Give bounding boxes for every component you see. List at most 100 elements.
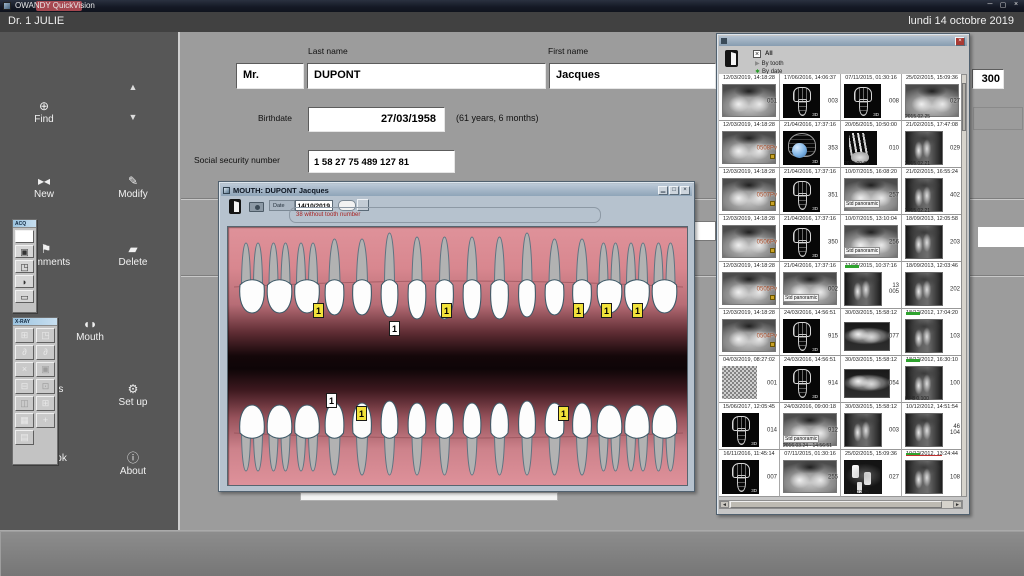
thumbnail-image-bitewing[interactable] [844,322,890,351]
thumbnail-image-xray[interactable] [905,413,943,447]
thumbnail-image-hand[interactable] [844,131,877,165]
ssn-field[interactable]: 1 58 27 75 489 127 81 [308,150,455,173]
camera-icon[interactable] [249,202,264,212]
sidebar-item-setup[interactable]: ⚙ Set up [103,383,163,408]
print-2-button[interactable]: ⊡ [36,379,55,394]
full-grid-button[interactable]: ▦ [15,413,34,428]
thumbnail-image-xray[interactable] [905,178,943,212]
gallery-thumbnail-cell[interactable]: 21/04/2016, 17:37:163D350 [780,215,841,262]
gallery-thumbnail-cell[interactable]: 21/04/2016, 17:37:16002Std panoramic [780,262,841,309]
move-button[interactable]: + [36,413,55,428]
gallery-thumbnail-cell[interactable]: 10/07/2015, 16:08:20257Std panoramic [841,168,902,215]
filter-by-tooth[interactable]: ▶By tooth [755,60,784,67]
v-scroll-thumb[interactable] [962,83,966,131]
gallery-thumbnail-cell[interactable]: 25/02/2015, 15:09:360272015.02.25 [902,74,963,121]
mouth-mini-button[interactable]: ▭ [15,290,34,303]
thumbnail-image-tooth3d[interactable]: 3D [844,84,881,118]
thumbnail-image-tooth3d[interactable]: 3D [722,460,759,494]
mouth-minimize-button[interactable]: ▁ [658,186,668,195]
tooth-image-count-marker[interactable]: 1 [632,303,643,318]
film-strip-button[interactable]: ▤ [15,430,34,445]
swoosh-button[interactable]: ◗ [15,275,34,288]
sidebar-item-new[interactable]: ▸◂ New [14,175,74,200]
thumbnail-image-xray[interactable] [905,460,943,494]
maximize-button[interactable]: ▢ [997,1,1009,9]
sidebar-item-modify[interactable]: ✎ Modify [103,175,163,200]
tooth-image-count-marker[interactable]: 1 [389,321,400,336]
patient-number-field[interactable]: 300 [972,69,1004,89]
dental-chart[interactable]: 111111111 [227,226,688,486]
gallery-thumbnail-cell[interactable]: 30/03/2015, 15:58:12077 [841,309,902,356]
gallery-thumbnail-cell[interactable]: 11/06/2015, 10:37:1613 005 [841,262,902,309]
gallery-thumbnail-cell[interactable]: 21/02/2015, 17:47:080292015.02.21 [902,121,963,168]
thumbnail-image-xray[interactable] [905,272,943,306]
gallery-horizontal-scrollbar[interactable]: ◄ ► [719,500,963,509]
gallery-close-button[interactable]: × [955,37,965,46]
tooth-image-count-marker[interactable]: 1 [441,303,452,318]
xray-arm-2-button[interactable]: ∂ [36,345,55,360]
gallery-thumbnail-cell[interactable]: 04/03/2019, 08:27:02001 [719,356,780,403]
mouth-close-button[interactable]: × [680,186,690,195]
gallery-thumbnail-cell[interactable]: 12/03/2019, 14:18:280504Pv [719,309,780,356]
image-frame-button[interactable]: ▣ [15,245,34,258]
thumbnail-image-xray[interactable] [844,413,882,447]
xray-arm-button[interactable]: ∂ [15,345,34,360]
tooth-image-count-marker[interactable]: 1 [573,303,584,318]
frame-button[interactable]: ▣ [36,362,55,377]
thumbnail-image-xray[interactable] [905,131,943,165]
tooth-image-count-marker[interactable]: 1 [326,393,337,408]
scroll-left-arrow[interactable]: ◄ [720,501,729,508]
title-field[interactable]: Mr. [236,63,304,89]
gallery-thumbnail-cell[interactable]: 18/12/2012, 16:30:1010063-8 0.100 [902,356,963,403]
exit-door-icon[interactable] [229,199,241,214]
gallery-thumbnail-cell[interactable]: 12/03/2019, 14:18:28051 [719,74,780,121]
scroll-right-arrow[interactable]: ► [953,501,962,508]
xray-palette-title[interactable]: X-RAY [13,318,57,326]
sidebar-item-delete[interactable]: ▰ Delete [103,243,163,268]
gallery-thumbnail-cell[interactable]: 24/03/2016, 14:56:513D915 [780,309,841,356]
gallery-thumbnail-cell[interactable]: 07/11/2015, 01:30:163D008 [841,74,902,121]
gallery-thumbnail-cell[interactable]: 17/06/2016, 14:06:373D003 [780,74,841,121]
thumbnail-image-xray[interactable] [905,366,943,400]
thumbnail-image-tooth3d[interactable]: 3D [783,225,820,259]
gallery-thumbnail-cell[interactable]: 12/03/2019, 14:18:280507Pv [719,168,780,215]
blank-acquire-button[interactable] [15,230,34,243]
gallery-thumbnail-cell[interactable]: 24/03/2016, 14:56:513D914 [780,356,841,403]
gallery-thumbnail-cell[interactable]: 10/07/2015, 13:10:04256Std panoramic [841,215,902,262]
filter-all-checkbox[interactable]: × [753,50,761,58]
thumbnail-image-tooth3d[interactable]: 3D [783,319,820,353]
page-button[interactable]: ◳ [15,260,34,273]
thumbnail-image-tooth3d[interactable]: 3D [783,366,820,400]
tooth-image-count-marker[interactable]: 1 [356,406,367,421]
gallery-vertical-scrollbar[interactable] [961,74,967,497]
gallery-thumbnail-cell[interactable]: 21/02/2015, 16:55:244022015.02.21 [902,168,963,215]
gallery-thumbnail-cell[interactable]: 30/03/2015, 15:58:12003 [841,403,902,450]
h-scroll-thumb[interactable] [730,501,942,508]
grid-frames-button[interactable]: ⊞ [36,396,55,411]
gallery-thumbnail-cell[interactable]: 18/12/2012, 17:04:20103 [902,309,963,356]
thumbnail-image-skull3d[interactable]: 3D [783,131,820,165]
gallery-thumbnail-cell[interactable]: 24/03/2016, 09:00:18912Std panoramic2016… [780,403,841,450]
first-name-field[interactable]: Jacques [549,63,716,89]
gallery-thumbnail-cell[interactable]: 16/11/2016, 11:45:143D007 [719,450,780,497]
acq-palette-title[interactable]: ACQ [13,220,36,228]
last-name-field[interactable]: DUPONT [307,63,546,89]
sidebar-item-find[interactable]: ⊕ Find [19,100,69,125]
tooth-image-count-marker[interactable]: 1 [601,303,612,318]
print-button[interactable]: ⊟ [15,379,34,394]
gallery-thumbnail-cell[interactable]: 21/04/2016, 17:37:163D351 [780,168,841,215]
gallery-thumbnail-cell[interactable]: 07/11/2015, 01:30:16255 [780,450,841,497]
gallery-thumbnail-cell[interactable]: 10/12/2012, 13:24:44108 [902,450,963,497]
filter-all-label[interactable]: All [765,51,773,57]
gallery-thumbnail-cell[interactable]: 25/02/2015, 15:09:360272015.02.25 [841,450,902,497]
scroll-up-button[interactable]: ▲ [124,82,142,92]
gallery-thumbnail-cell[interactable]: 10/12/2012, 14:51:5446 104 [902,403,963,450]
thumbnail-image-implant[interactable] [844,460,882,494]
birthdate-field[interactable]: 27/03/1958 [308,107,445,132]
gallery-exit-door-icon[interactable] [725,50,738,67]
gallery-thumbnail-cell[interactable]: 20/05/2015, 10:50:000102015.09.09 [841,121,902,168]
gallery-thumbnail-cell[interactable]: 15/06/2017, 12:05:453D014 [719,403,780,450]
delete-film-button[interactable]: × [15,362,34,377]
thumbnail-image-tooth3d[interactable]: 3D [722,413,759,447]
film-grid-button[interactable]: ⊞ [15,328,34,343]
